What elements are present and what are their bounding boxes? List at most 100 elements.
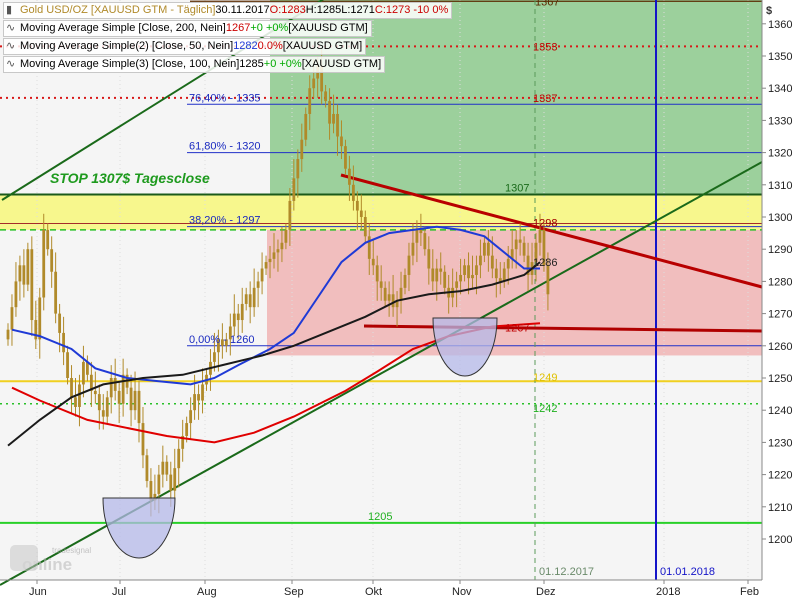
candle-body bbox=[236, 313, 240, 321]
candle-body bbox=[22, 265, 26, 285]
legend-ma200-change: +0 +0% bbox=[250, 22, 289, 34]
legend-ma50-name: Moving Average Simple(2) [Close, 50, Nei… bbox=[20, 40, 234, 52]
level-label-1205: 1205 bbox=[368, 511, 392, 523]
candle-body bbox=[348, 168, 351, 185]
y-tick-label: 1260 bbox=[768, 341, 792, 353]
legend-ma50-change: 0.0% bbox=[257, 40, 283, 52]
line-series-icon: ∿ bbox=[6, 40, 16, 52]
y-tick-label: 1310 bbox=[768, 180, 792, 192]
candle-body bbox=[486, 242, 490, 256]
candle-body bbox=[78, 384, 81, 407]
legend-main-low: L:1271 bbox=[341, 4, 375, 16]
candle-body bbox=[18, 265, 22, 282]
candle-body bbox=[423, 233, 427, 250]
watermark-small: tradesignal bbox=[52, 546, 91, 555]
vline-dec-label: 01.12.2017 bbox=[539, 566, 594, 578]
candle-body bbox=[324, 91, 327, 102]
x-tick-label: Okt bbox=[365, 586, 382, 598]
candle-body bbox=[494, 268, 498, 279]
y-tick-label: 1330 bbox=[768, 115, 792, 127]
candle-body bbox=[46, 229, 50, 250]
candle-body bbox=[62, 332, 65, 353]
level-label-1242: 1242 bbox=[533, 403, 557, 415]
candle-body bbox=[133, 390, 137, 411]
candle-body bbox=[276, 249, 280, 253]
candle-body bbox=[268, 258, 272, 263]
legend-ma100[interactable]: ∿ Moving Average Simple(3) [Close, 100, N… bbox=[3, 56, 386, 73]
candle-body bbox=[371, 258, 375, 266]
stop-annotation: STOP 1307$ Tagesclose bbox=[50, 170, 210, 186]
candle-body bbox=[34, 320, 38, 340]
legend-ma200-value: 1267 bbox=[225, 22, 251, 34]
candle-body bbox=[169, 474, 173, 491]
candle-body bbox=[483, 242, 486, 256]
candle-body bbox=[256, 281, 260, 288]
candle-body bbox=[308, 88, 312, 114]
candle-body bbox=[304, 113, 308, 140]
candle-body bbox=[264, 262, 268, 269]
y-axis-symbol: $ bbox=[766, 5, 772, 17]
legend-ma100-name: Moving Average Simple(3) [Close, 100, Ne… bbox=[20, 58, 240, 70]
y-tick-label: 1320 bbox=[768, 148, 792, 160]
candle-body bbox=[383, 287, 387, 301]
candle-body bbox=[403, 274, 407, 288]
legend-ma200[interactable]: ∿ Moving Average Simple [Close, 200, Nein… bbox=[3, 20, 372, 37]
legend-ma50-ticker: [XAUUSD GTM] bbox=[282, 40, 363, 52]
legend-main[interactable]: ▮ Gold USD/OZ [XAUUSD GTM - Täglich] 30.1… bbox=[3, 2, 453, 19]
legend-main-close: C:1273 -10 0% bbox=[374, 4, 449, 16]
candle-body bbox=[74, 397, 77, 407]
line-series-icon: ∿ bbox=[6, 58, 16, 70]
candle-body bbox=[502, 268, 506, 282]
candle-body bbox=[391, 294, 395, 308]
candle-body bbox=[82, 361, 85, 385]
candle-body bbox=[54, 271, 58, 314]
watermark-big: online bbox=[22, 555, 72, 574]
candle-body bbox=[117, 390, 121, 404]
level-label-1337: 1337 bbox=[533, 93, 557, 105]
y-tick-label: 1290 bbox=[768, 244, 792, 256]
legend-ma100-value: 1285 bbox=[239, 58, 264, 70]
candle-body bbox=[379, 281, 383, 288]
level-label-1307: 1307 bbox=[505, 182, 529, 194]
zone-red bbox=[267, 229, 762, 356]
candle-body bbox=[439, 268, 443, 272]
candle-body bbox=[197, 394, 200, 401]
candle-body bbox=[387, 294, 391, 301]
candle-body bbox=[475, 265, 478, 275]
candle-body bbox=[514, 239, 518, 250]
level-label-1353: 1353 bbox=[533, 41, 557, 53]
candle-body bbox=[419, 229, 423, 234]
candle-body bbox=[6, 329, 10, 340]
candle-body bbox=[506, 258, 510, 269]
candle-body bbox=[407, 255, 411, 275]
level-label-1286: 1286 bbox=[533, 257, 557, 269]
line-series-icon: ∿ bbox=[6, 22, 16, 34]
y-tick-label: 1210 bbox=[768, 502, 792, 514]
y-tick-label: 1240 bbox=[768, 405, 792, 417]
candle-body bbox=[26, 249, 30, 285]
fib-label: 61,80% - 1320 bbox=[189, 141, 261, 153]
candle-body bbox=[93, 390, 97, 395]
candle-body bbox=[435, 268, 439, 282]
candle-body bbox=[58, 313, 62, 333]
candle-body bbox=[177, 448, 181, 469]
candle-body bbox=[490, 255, 494, 269]
legend: ▮ Gold USD/OZ [XAUUSD GTM - Täglich] 30.1… bbox=[3, 2, 453, 74]
legend-ma50[interactable]: ∿ Moving Average Simple(2) [Close, 50, Ne… bbox=[3, 38, 367, 55]
candle-body bbox=[97, 394, 101, 411]
candle-body bbox=[296, 159, 300, 179]
candle-body bbox=[332, 113, 335, 124]
candle-body bbox=[340, 136, 343, 147]
y-tick-label: 1300 bbox=[768, 212, 792, 224]
legend-main-high: H:1285 bbox=[305, 4, 342, 16]
level-label-1367: 1367 bbox=[535, 0, 559, 8]
candle-body bbox=[129, 387, 133, 411]
candle-body bbox=[367, 236, 371, 259]
candle-body bbox=[101, 410, 105, 417]
candle-body bbox=[312, 78, 316, 89]
candle-body bbox=[149, 481, 153, 501]
candle-body bbox=[431, 268, 435, 282]
candle-body bbox=[50, 249, 54, 272]
y-tick-label: 1220 bbox=[768, 470, 792, 482]
candle-body bbox=[189, 410, 193, 424]
